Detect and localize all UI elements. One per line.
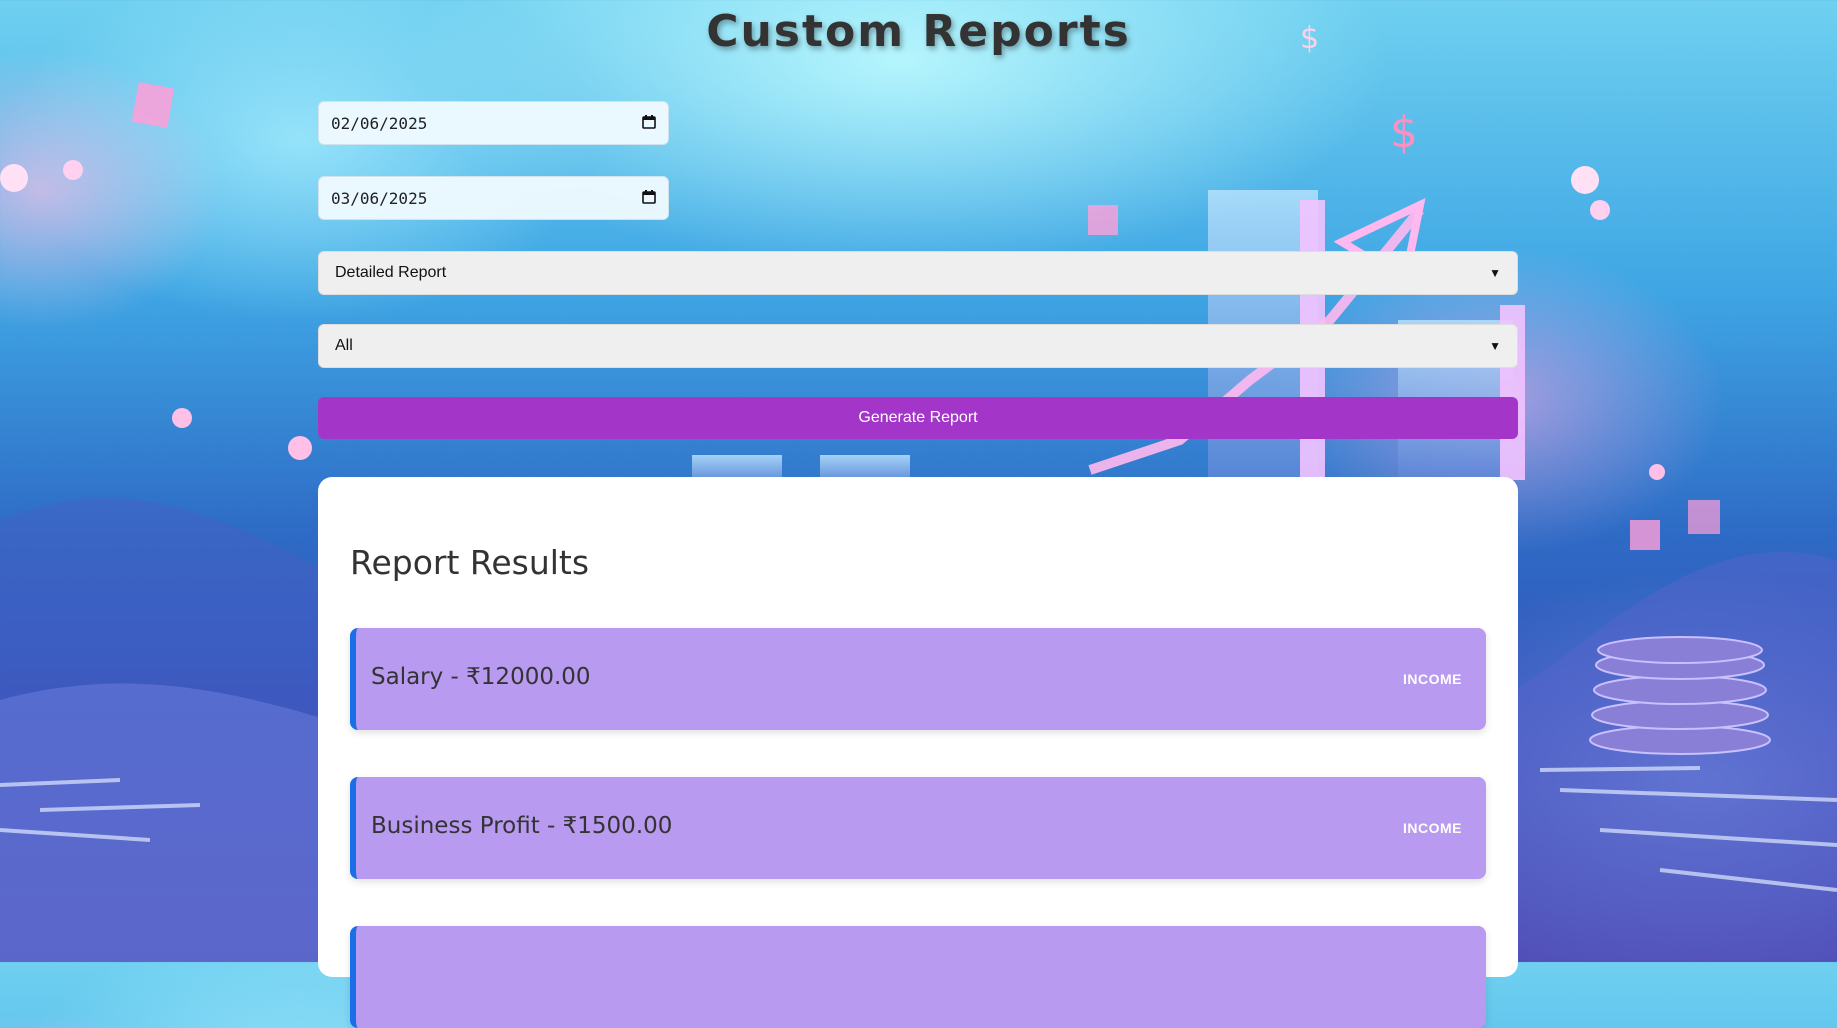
generate-report-button[interactable]: Generate Report (318, 397, 1518, 439)
list-item[interactable]: Salary - ₹12000.00 INCOME (350, 628, 1486, 730)
category-select[interactable]: All ▼ (318, 324, 1518, 368)
results-title: Report Results (350, 543, 590, 582)
category-value: All (335, 337, 353, 354)
report-type-value: Detailed Report (335, 264, 447, 281)
start-date-input[interactable]: 02/06/2025 (318, 101, 669, 145)
chevron-down-icon: ▼ (1489, 266, 1501, 280)
report-results-panel: Report Results Salary - ₹12000.00 INCOME… (318, 477, 1518, 1028)
item-description: Business Profit - ₹1500.00 (371, 813, 673, 839)
end-date-input[interactable]: 03/06/2025 (318, 176, 669, 220)
end-date-value: 03/06/2025 (331, 188, 428, 208)
status-badge: INCOME (1403, 671, 1462, 687)
svg-text:$: $ (1390, 107, 1418, 158)
chevron-down-icon: ▼ (1489, 339, 1501, 353)
status-badge: INCOME (1403, 820, 1462, 836)
page-title: Custom Reports (706, 6, 1131, 57)
report-type-select[interactable]: Detailed Report ▼ (318, 251, 1518, 295)
list-item[interactable] (350, 926, 1486, 1028)
start-date-value: 02/06/2025 (331, 113, 428, 133)
calendar-icon[interactable] (642, 189, 656, 208)
item-description: Salary - ₹12000.00 (371, 664, 591, 690)
list-item[interactable]: Business Profit - ₹1500.00 INCOME (350, 777, 1486, 879)
calendar-icon[interactable] (642, 114, 656, 133)
